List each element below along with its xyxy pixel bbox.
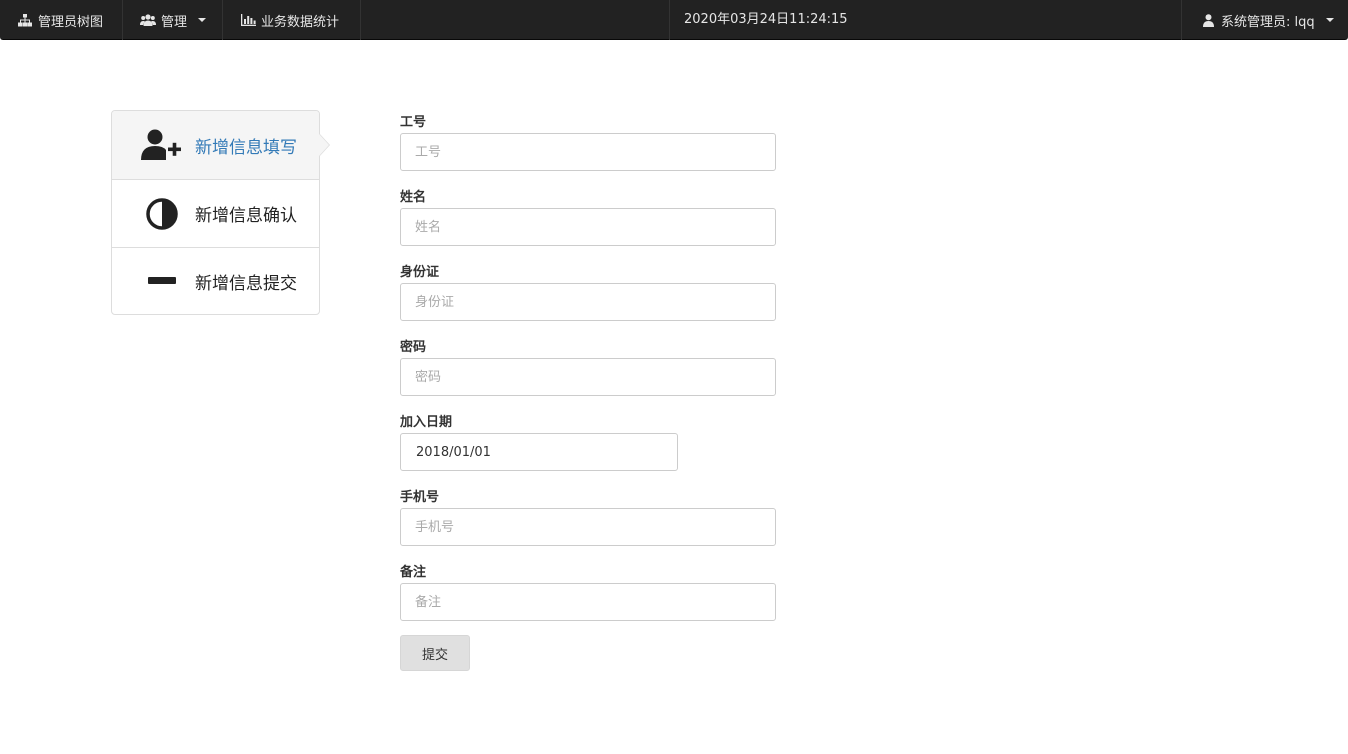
nav-divider <box>669 0 670 40</box>
submit-button[interactable]: 提交 <box>400 635 470 671</box>
nav-admin-tree[interactable]: 管理员树图 <box>0 0 123 40</box>
nav-business-stats[interactable]: 业务数据统计 <box>224 0 361 40</box>
nav-business-stats-label: 业务数据统计 <box>261 14 340 30</box>
top-navbar: 管理员树图 管理 业务数据统计 2020年03月24日11:24:15 系统管理… <box>0 0 1348 40</box>
step-submit-info[interactable]: 新增信息提交 <box>112 247 319 314</box>
remark-input[interactable] <box>400 583 776 621</box>
user-plus-icon <box>140 128 184 162</box>
nav-manage-label: 管理 <box>161 14 188 30</box>
password-label: 密码 <box>400 340 427 355</box>
name-label: 姓名 <box>400 190 427 205</box>
half-circle-icon <box>140 197 184 231</box>
current-datetime: 2020年03月24日11:24:15 <box>684 12 848 27</box>
employee-id-label: 工号 <box>400 115 427 130</box>
nav-manage-dropdown[interactable]: 管理 <box>124 0 223 40</box>
phone-input[interactable] <box>400 508 776 546</box>
sitemap-icon <box>17 13 33 27</box>
id-card-label: 身份证 <box>400 265 440 280</box>
password-input[interactable] <box>400 358 776 396</box>
user-icon <box>1200 13 1216 27</box>
caret-down-icon <box>198 18 207 22</box>
employee-id-input[interactable] <box>400 133 776 171</box>
name-input[interactable] <box>400 208 776 246</box>
nav-admin-tree-label: 管理员树图 <box>38 14 104 30</box>
minus-icon <box>140 264 184 298</box>
remark-label: 备注 <box>400 565 427 580</box>
join-date-label: 加入日期 <box>400 415 453 430</box>
step-submit-info-label: 新增信息提交 <box>195 273 297 294</box>
step-confirm-info-label: 新增信息确认 <box>195 206 297 226</box>
caret-down-icon <box>1325 18 1334 22</box>
join-date-input[interactable] <box>400 433 678 471</box>
phone-label: 手机号 <box>400 490 440 505</box>
active-step-pointer-fill <box>319 134 329 156</box>
bar-chart-icon <box>240 13 256 27</box>
step-fill-info-label: 新增信息填写 <box>195 137 297 158</box>
step-fill-info[interactable]: 新增信息填写 <box>112 111 319 179</box>
step-list: 新增信息填写 新增信息确认 新增信息提交 <box>111 110 320 315</box>
nav-user-label: 系统管理员: lqq <box>1221 14 1315 30</box>
nav-user-dropdown[interactable]: 系统管理员: lqq <box>1181 0 1348 40</box>
id-card-input[interactable] <box>400 283 776 321</box>
users-icon <box>140 13 156 27</box>
step-confirm-info[interactable]: 新增信息确认 <box>112 179 319 247</box>
